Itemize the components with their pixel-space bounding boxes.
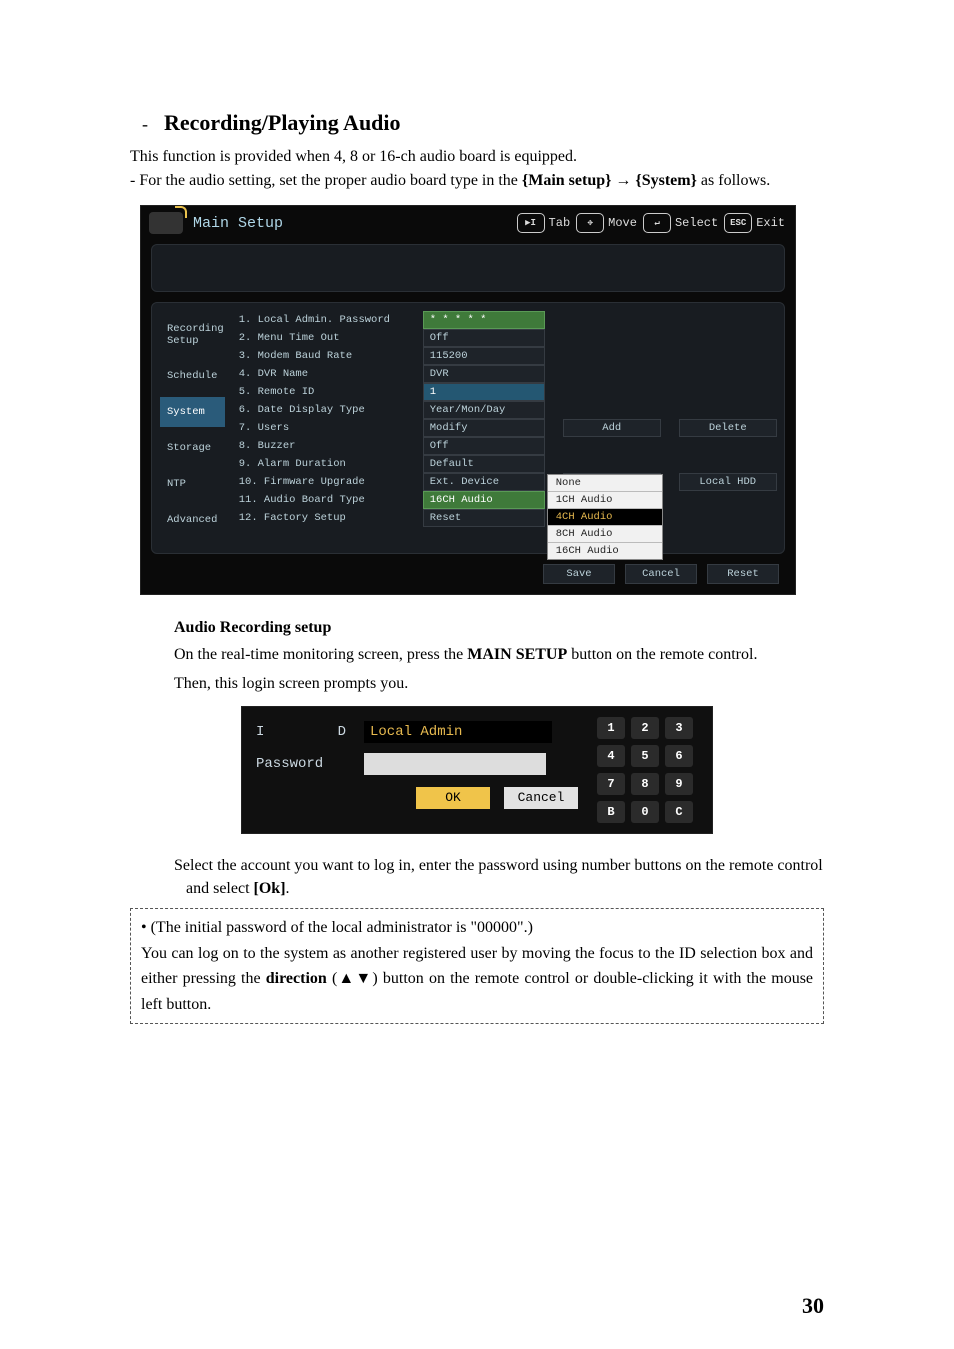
keypad-key[interactable]: 4 bbox=[597, 745, 625, 767]
keypad-key[interactable]: 1 bbox=[597, 717, 625, 739]
login-id-label-d: D bbox=[338, 724, 346, 740]
keypad-key[interactable]: 7 bbox=[597, 773, 625, 795]
settings-row-button[interactable]: Local HDD bbox=[679, 473, 777, 491]
settings-row: 11. Audio Board Type16CH Audio bbox=[231, 491, 777, 509]
login-screenshot: I D Local Admin Password OK Cancel 123 45… bbox=[241, 706, 713, 834]
audio-board-dropdown[interactable]: None1CH Audio4CH Audio8CH Audio16CH Audi… bbox=[547, 474, 663, 560]
login-password-label: Password bbox=[256, 756, 346, 772]
settings-row-label: 12. Factory Setup bbox=[231, 512, 423, 524]
settings-row: 5. Remote ID1 bbox=[231, 383, 777, 401]
dvr-reset-button[interactable]: Reset bbox=[707, 564, 779, 584]
keypad-key[interactable]: 6 bbox=[665, 745, 693, 767]
dvr-key-hints: ▶ITab ✥Move ↵Select ESCExit bbox=[517, 213, 785, 233]
note-box: • (The initial password of the local adm… bbox=[130, 908, 824, 1024]
dvr-side-tabs: Recording Setup Schedule System Storage … bbox=[152, 311, 231, 539]
dvr-logo-icon bbox=[149, 212, 183, 234]
dvr-tab-ntp[interactable]: NTP bbox=[160, 469, 225, 499]
login-cancel-button[interactable]: Cancel bbox=[504, 787, 578, 809]
keypad-key[interactable]: 2 bbox=[631, 717, 659, 739]
login-id-label-i: I bbox=[256, 724, 264, 740]
dvr-top-panel bbox=[151, 244, 785, 292]
dvr-tab-system[interactable]: System bbox=[160, 397, 225, 427]
settings-row: 12. Factory SetupReset bbox=[231, 509, 777, 527]
settings-row-value[interactable]: Year/Mon/Day bbox=[423, 401, 545, 419]
move-key-icon: ✥ bbox=[576, 213, 604, 233]
settings-row-value[interactable]: Default bbox=[423, 455, 545, 473]
settings-row: 4. DVR NameDVR bbox=[231, 365, 777, 383]
note-line-2: You can log on to the system as another … bbox=[141, 941, 813, 1018]
settings-row-value[interactable]: Modify bbox=[423, 419, 545, 437]
keypad-key[interactable]: 8 bbox=[631, 773, 659, 795]
after-login-p1: Select the account you want to log in, e… bbox=[186, 854, 824, 900]
audio-board-option[interactable]: 8CH Audio bbox=[548, 526, 662, 543]
dvr-tab-advanced[interactable]: Advanced bbox=[160, 505, 225, 535]
dvr-save-button[interactable]: Save bbox=[543, 564, 615, 584]
keypad-key[interactable]: 3 bbox=[665, 717, 693, 739]
settings-row-value[interactable]: 16CH Audio bbox=[423, 491, 545, 509]
section-heading: - Recording/Playing Audio bbox=[130, 110, 824, 136]
audio-board-option[interactable]: 4CH Audio bbox=[548, 509, 662, 526]
settings-row-value[interactable]: Reset bbox=[423, 509, 545, 527]
intro-line-2: - For the audio setting, set the proper … bbox=[130, 170, 824, 192]
settings-row-value[interactable]: Off bbox=[423, 437, 545, 455]
audio-board-option[interactable]: 16CH Audio bbox=[548, 543, 662, 559]
settings-row-label: 5. Remote ID bbox=[231, 386, 423, 398]
settings-row-label: 7. Users bbox=[231, 422, 423, 434]
settings-row-value[interactable]: * * * * * bbox=[423, 311, 545, 329]
settings-row: 10. Firmware UpgradeExt. DeviceCD-R/CD-R… bbox=[231, 473, 777, 491]
audio-board-option[interactable]: None bbox=[548, 475, 662, 492]
settings-row-label: 10. Firmware Upgrade bbox=[231, 476, 423, 488]
audio-setup-p2: Then, this login screen prompts you. bbox=[174, 672, 824, 695]
settings-row: 6. Date Display TypeYear/Mon/Day bbox=[231, 401, 777, 419]
heading-dash: - bbox=[130, 114, 160, 135]
keypad-key[interactable]: 9 bbox=[665, 773, 693, 795]
dvr-tab-storage[interactable]: Storage bbox=[160, 433, 225, 463]
keypad-key[interactable]: 5 bbox=[631, 745, 659, 767]
settings-row-label: 2. Menu Time Out bbox=[231, 332, 423, 344]
settings-row: 9. Alarm DurationDefault bbox=[231, 455, 777, 473]
dvr-settings-list: 1. Local Admin. Password* * * * *2. Menu… bbox=[231, 311, 787, 539]
dvr-tab-recording-setup[interactable]: Recording Setup bbox=[160, 315, 225, 355]
settings-row-label: 11. Audio Board Type bbox=[231, 494, 423, 506]
audio-recording-setup-heading: Audio Recording setup bbox=[174, 619, 824, 637]
settings-row: 1. Local Admin. Password* * * * * bbox=[231, 311, 777, 329]
settings-row-label: 3. Modem Baud Rate bbox=[231, 350, 423, 362]
login-password-input[interactable] bbox=[364, 753, 546, 775]
settings-row-value[interactable]: 1 bbox=[423, 383, 545, 401]
settings-row-label: 4. DVR Name bbox=[231, 368, 423, 380]
settings-row: 7. UsersModify Add Delete bbox=[231, 419, 777, 437]
settings-row-label: 6. Date Display Type bbox=[231, 404, 423, 416]
page-number: 30 bbox=[802, 1293, 824, 1319]
select-key-icon: ↵ bbox=[643, 213, 671, 233]
note-line-1: • (The initial password of the local adm… bbox=[141, 915, 813, 941]
intro-line-1: This function is provided when 4, 8 or 1… bbox=[130, 146, 824, 168]
settings-row-label: 1. Local Admin. Password bbox=[231, 314, 423, 326]
login-ok-button[interactable]: OK bbox=[416, 787, 490, 809]
keypad-key[interactable]: 0 bbox=[631, 801, 659, 823]
audio-setup-p1: On the real-time monitoring screen, pres… bbox=[174, 643, 824, 666]
dvr-cancel-button[interactable]: Cancel bbox=[625, 564, 697, 584]
dvr-window-title: Main Setup bbox=[193, 215, 283, 232]
keypad-key[interactable]: C bbox=[665, 801, 693, 823]
settings-row: 8. BuzzerOff bbox=[231, 437, 777, 455]
settings-row-value[interactable]: DVR bbox=[423, 365, 545, 383]
login-id-select[interactable]: Local Admin bbox=[364, 721, 552, 743]
settings-row: 2. Menu Time OutOff bbox=[231, 329, 777, 347]
settings-row-value[interactable]: Off bbox=[423, 329, 545, 347]
settings-row-value[interactable]: 115200 bbox=[423, 347, 545, 365]
settings-row-value[interactable]: Ext. Device bbox=[423, 473, 545, 491]
audio-board-option[interactable]: 1CH Audio bbox=[548, 492, 662, 509]
keypad-key[interactable]: B bbox=[597, 801, 625, 823]
tab-key-icon: ▶I bbox=[517, 213, 545, 233]
heading-title: Recording/Playing Audio bbox=[164, 110, 401, 135]
settings-row-label: 8. Buzzer bbox=[231, 440, 423, 452]
dvr-tab-schedule[interactable]: Schedule bbox=[160, 361, 225, 391]
settings-row-button[interactable]: Add bbox=[563, 419, 661, 437]
login-keypad: 123 456 789 B0C bbox=[578, 707, 712, 833]
settings-row: 3. Modem Baud Rate115200 bbox=[231, 347, 777, 365]
exit-key-icon: ESC bbox=[724, 213, 752, 233]
dvr-main-setup-screenshot: Main Setup ▶ITab ✥Move ↵Select ESCExit R… bbox=[140, 205, 796, 595]
settings-row-label: 9. Alarm Duration bbox=[231, 458, 423, 470]
settings-row-button[interactable]: Delete bbox=[679, 419, 777, 437]
